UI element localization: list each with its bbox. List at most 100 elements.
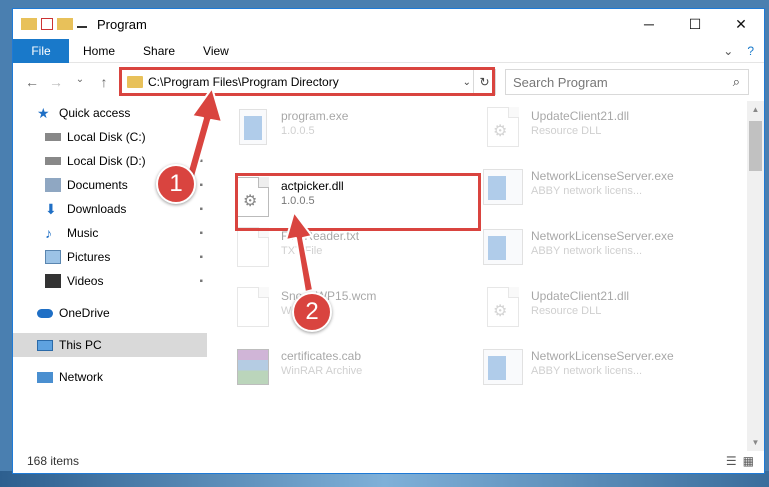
address-highlight-box	[119, 67, 495, 96]
sidebar-item-label: Downloads	[67, 202, 127, 216]
customize-toolbar-icon[interactable]	[77, 20, 87, 28]
up-icon[interactable]: ↑	[95, 74, 113, 90]
sidebar-item-this-pc[interactable]: This PC	[13, 333, 207, 357]
file-desc: ABBY network licens...	[531, 185, 643, 197]
details-view-icon[interactable]: ☰	[726, 454, 737, 468]
pin-icon[interactable]: ▪	[199, 156, 203, 167]
file-item[interactable]: program.exe 1.0.0.5	[223, 101, 463, 157]
dll-gear-icon: ⚙	[483, 107, 523, 151]
file-name: NetworkLicenseServer.exe	[531, 169, 674, 183]
large-icons-view-icon[interactable]: ▦	[743, 454, 754, 468]
search-input[interactable]: Search Program ⌕	[505, 69, 749, 95]
downloads-icon: ⬇	[45, 201, 57, 217]
sidebar-item-label: Videos	[67, 274, 104, 288]
window-title: Program	[97, 16, 147, 32]
view-switcher: ☰ ▦	[726, 454, 754, 468]
sidebar-item-music[interactable]: ♪ Music ▪	[13, 221, 207, 245]
text-file-icon	[233, 227, 273, 271]
file-desc: ABBY network licens...	[531, 365, 643, 377]
sidebar-item-label: Network	[59, 370, 104, 384]
file-name: certificates.cab	[281, 349, 362, 363]
sidebar-item-network[interactable]: Network	[13, 365, 207, 389]
file-item[interactable]: certificates.cab WinRAR Archive	[223, 341, 463, 397]
pictures-icon	[45, 250, 61, 264]
sidebar-item-label: OneDrive	[59, 306, 110, 320]
maximize-button[interactable]: ☐	[672, 9, 718, 39]
file-desc: Resource DLL	[531, 305, 602, 317]
pin-icon[interactable]: ▪	[199, 180, 203, 191]
file-name: NetworkLicenseServer.exe	[531, 229, 674, 243]
app-window-icon	[483, 347, 523, 391]
new-folder-icon[interactable]	[57, 18, 73, 30]
file-item[interactable]: NetworkLicenseServer.exe ABBY network lic…	[473, 161, 713, 217]
search-icon[interactable]: ⌕	[733, 74, 740, 90]
properties-icon[interactable]	[41, 18, 53, 30]
drive-icon	[45, 157, 61, 165]
pin-icon[interactable]: ▪	[199, 228, 203, 239]
title-bar: Program ─ ☐ ✕	[13, 9, 764, 39]
onedrive-icon	[37, 308, 53, 318]
help-icon[interactable]: ?	[747, 44, 754, 58]
pin-icon[interactable]: ▪	[199, 204, 203, 215]
navigation-buttons: ← → ⌄ ↑	[13, 74, 121, 90]
search-placeholder: Search Program	[513, 74, 608, 90]
folder-icon[interactable]	[21, 18, 37, 30]
item-count: 168 items	[27, 454, 80, 468]
file-highlight-box	[235, 173, 481, 231]
recent-locations-icon[interactable]: ⌄	[71, 74, 89, 90]
file-name: UpdateClient21.dll	[531, 109, 630, 123]
sidebar-item-label: Documents	[67, 178, 128, 192]
sidebar-item-label: Local Disk (C:)	[67, 130, 146, 144]
file-name: NetworkLicenseServer.exe	[531, 349, 674, 363]
file-desc: WinRAR Archive	[281, 365, 363, 377]
file-item[interactable]: SnoopWP15.wcmWCM File	[223, 281, 463, 337]
star-icon: ★	[37, 105, 50, 121]
sidebar-item-label: Music	[67, 226, 99, 240]
window-controls: ─ ☐ ✕	[626, 9, 764, 39]
pin-icon[interactable]: ▪	[199, 132, 203, 143]
file-item[interactable]: ⚙ UpdateClient21.dll Resource DLL	[473, 281, 713, 337]
file-item[interactable]: NetworkLicenseServer.exe ABBY network lic…	[473, 221, 713, 277]
sidebar-item-videos[interactable]: Videos ▪	[13, 269, 207, 293]
callout-step-1: 1	[156, 164, 196, 204]
expand-ribbon-icon[interactable]: ⌄	[723, 44, 733, 58]
sidebar-item-onedrive[interactable]: OneDrive	[13, 301, 207, 325]
file-item[interactable]: ⚙ UpdateClient21.dll Resource DLL	[473, 101, 713, 157]
minimize-button[interactable]: ─	[626, 9, 672, 39]
pc-icon	[37, 339, 53, 351]
sidebar-item-quick-access[interactable]: ★ Quick access	[13, 101, 207, 125]
file-item[interactable]: NetworkLicenseServer.exe ABBY network lic…	[473, 341, 713, 397]
videos-icon	[45, 274, 61, 288]
scroll-up-icon[interactable]: ▲	[747, 101, 764, 118]
music-icon: ♪	[45, 225, 52, 241]
dll-gear-icon: ⚙	[483, 287, 523, 331]
tab-view[interactable]: View	[189, 44, 243, 58]
tab-file[interactable]: File	[13, 38, 69, 63]
tab-home[interactable]: Home	[69, 44, 129, 58]
network-icon	[37, 371, 53, 383]
file-desc: 1.0.0.5	[281, 125, 315, 137]
sidebar-item-label: Quick access	[59, 106, 131, 120]
address-bar-row: ← → ⌄ ↑ C:\Program Files\Program Directo…	[13, 63, 764, 101]
vertical-scrollbar[interactable]: ▲ ▼	[747, 101, 764, 451]
quick-access-toolbar	[13, 18, 87, 30]
navigation-pane: ★ Quick access Local Disk (C:) ▪ Local D…	[13, 101, 207, 451]
tab-share[interactable]: Share	[129, 44, 189, 58]
file-desc: Resource DLL	[531, 125, 602, 137]
pin-icon[interactable]: ▪	[199, 276, 203, 287]
pin-icon[interactable]: ▪	[199, 252, 203, 263]
app-window-icon	[483, 227, 523, 271]
app-window-icon	[483, 167, 523, 211]
file-desc: TXT File	[281, 245, 323, 257]
sidebar-item-local-disk-c[interactable]: Local Disk (C:) ▪	[13, 125, 207, 149]
scroll-thumb[interactable]	[749, 121, 762, 171]
callout-step-2: 2	[292, 292, 332, 332]
close-button[interactable]: ✕	[718, 9, 764, 39]
sidebar-item-label: This PC	[59, 338, 102, 352]
blank-file-icon	[233, 287, 273, 331]
back-icon[interactable]: ←	[23, 74, 41, 90]
documents-icon	[45, 178, 61, 192]
status-bar: 168 items ☰ ▦	[13, 449, 764, 473]
forward-icon[interactable]: →	[47, 74, 65, 90]
sidebar-item-pictures[interactable]: Pictures ▪	[13, 245, 207, 269]
